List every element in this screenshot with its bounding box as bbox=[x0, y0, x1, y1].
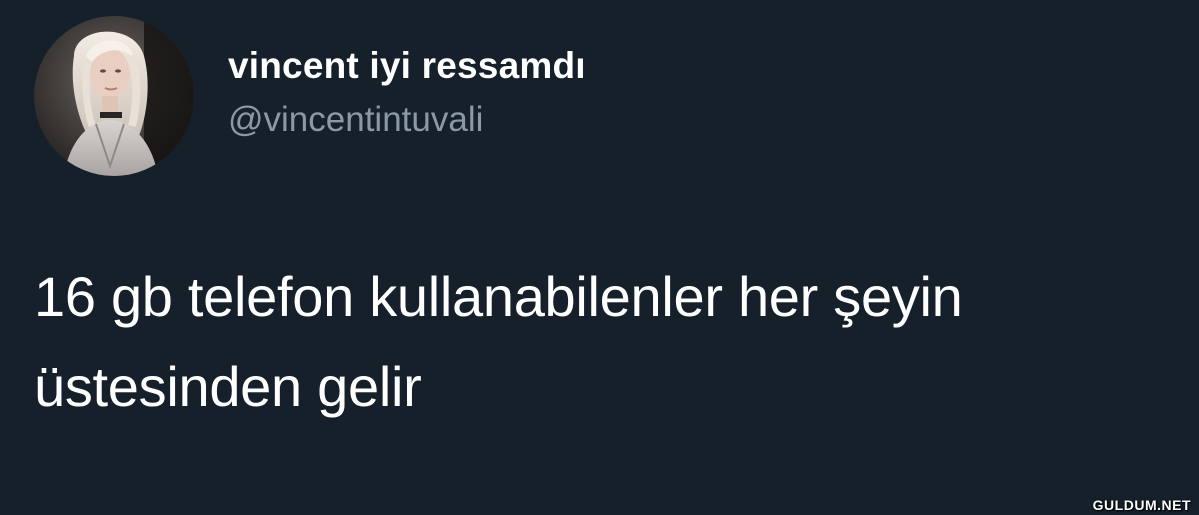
watermark: GULDUM.NET bbox=[1092, 497, 1191, 513]
tweet-card: vincent iyi ressamdı @vincentintuvali 16… bbox=[0, 0, 1199, 515]
tweet-text: 16 gb telefon kullanabilenler her şeyin … bbox=[34, 252, 1174, 432]
user-handle[interactable]: @vincentintuvali bbox=[228, 98, 586, 142]
tweet-text-line-1: 16 gb telefon kullanabilenler her şeyin bbox=[34, 265, 963, 328]
avatar-image bbox=[34, 16, 194, 176]
display-name[interactable]: vincent iyi ressamdı bbox=[228, 44, 586, 88]
tweet-text-line-2: üstesinden gelir bbox=[34, 355, 422, 418]
tweet-header: vincent iyi ressamdı @vincentintuvali bbox=[34, 16, 586, 176]
avatar[interactable] bbox=[34, 16, 194, 176]
user-names: vincent iyi ressamdı @vincentintuvali bbox=[228, 44, 586, 142]
